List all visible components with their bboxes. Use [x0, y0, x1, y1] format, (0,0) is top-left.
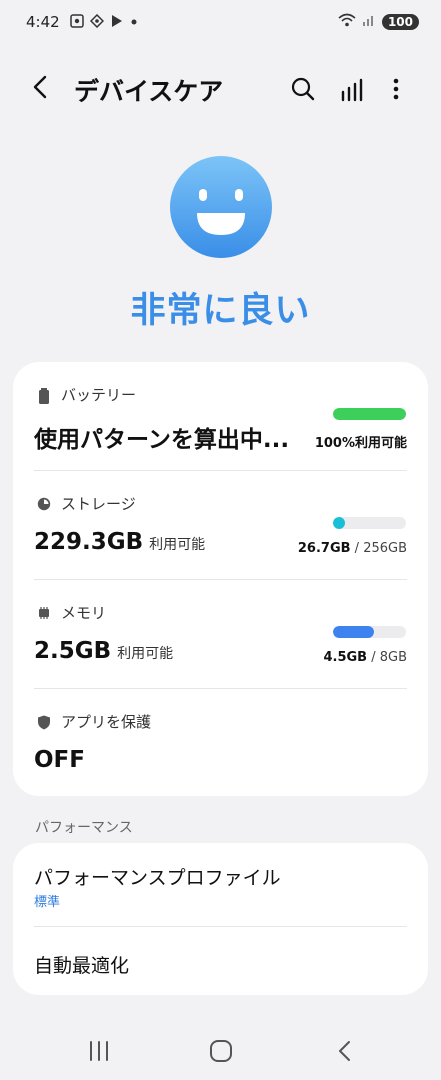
back-icon[interactable] — [330, 1036, 360, 1066]
memory-used: 4.5GB — [323, 650, 368, 665]
storage-bar — [333, 517, 406, 529]
memory-chip-icon — [37, 606, 51, 620]
performance-profile-label: パフォーマンスプロファイル — [34, 867, 281, 889]
storage-label: ストレージ — [37, 493, 136, 514]
auto-optimize-label: 自動最適化 — [34, 955, 130, 977]
memory-label-text: メモリ — [61, 604, 107, 622]
storage-bar-fill — [333, 517, 345, 529]
battery-icon — [37, 387, 51, 404]
screenshot-icon — [69, 13, 84, 31]
battery-bar-fill — [333, 408, 406, 420]
memory-caption: 4.5GB / 8GB — [323, 650, 407, 665]
app-protection-row[interactable]: アプリを保護 OFF — [13, 689, 428, 796]
battery-label-text: バッテリー — [61, 386, 137, 404]
storage-value-number: 229.3GB — [34, 529, 144, 555]
memory-bar — [333, 626, 406, 638]
search-icon[interactable] — [288, 74, 318, 104]
signal-icon — [362, 13, 376, 31]
battery-bar — [333, 408, 406, 420]
shield-icon — [37, 715, 51, 729]
performance-section-header: パフォーマンス — [35, 820, 133, 836]
status-bar: 4:42 100 — [0, 0, 441, 44]
vpn-icon — [89, 13, 104, 31]
storage-used: 26.7GB — [297, 541, 351, 556]
battery-value: 使用パターンを算出中... — [34, 427, 290, 453]
smiley-face-icon — [169, 155, 273, 259]
app-protection-label-text: アプリを保護 — [61, 713, 152, 731]
memory-row[interactable]: メモリ 2.5GB 利用可能 4.5GB / 8GB — [13, 580, 428, 688]
battery-row[interactable]: バッテリー 使用パターンを算出中... 100%利用可能 — [13, 362, 428, 470]
chart-icon[interactable] — [338, 74, 368, 104]
play-icon — [110, 14, 124, 31]
performance-card: パフォーマンスプロファイル 標準 自動最適化 — [13, 843, 428, 995]
device-summary-card: バッテリー 使用パターンを算出中... 100%利用可能 ストレージ 229.3… — [13, 362, 428, 796]
page-title: デバイスケア — [74, 77, 224, 106]
dot-icon — [130, 15, 138, 29]
performance-profile-row[interactable]: パフォーマンスプロファイル 標準 — [13, 843, 428, 926]
memory-value-number: 2.5GB — [34, 638, 112, 664]
storage-value-unit: 利用可能 — [149, 537, 206, 553]
memory-label: メモリ — [37, 602, 106, 623]
back-arrow-icon[interactable] — [26, 72, 56, 102]
performance-profile-value: 標準 — [34, 895, 61, 910]
wifi-icon — [338, 13, 356, 31]
memory-value-unit: 利用可能 — [117, 646, 174, 662]
battery-label: バッテリー — [37, 384, 136, 405]
battery-caption-text: 100%利用可能 — [314, 436, 407, 451]
navigation-bar — [0, 1020, 441, 1080]
auto-optimize-row[interactable]: 自動最適化 — [13, 927, 428, 995]
memory-bar-fill — [333, 626, 375, 638]
device-status-headline: 非常に良い — [130, 291, 311, 331]
storage-value: 229.3GB 利用可能 — [34, 529, 205, 555]
memory-value: 2.5GB 利用可能 — [34, 638, 173, 664]
storage-caption: 26.7GB / 256GB — [297, 541, 407, 556]
storage-pie-icon — [37, 497, 51, 511]
battery-caption: 100%利用可能 — [315, 432, 407, 451]
status-time: 4:42 — [26, 13, 60, 31]
more-options-icon[interactable] — [384, 74, 408, 104]
memory-total: 8GB — [379, 650, 407, 665]
app-protection-value: OFF — [34, 747, 85, 773]
app-protection-label: アプリを保護 — [37, 711, 151, 732]
battery-level-badge: 100 — [381, 14, 419, 30]
recents-icon[interactable] — [84, 1036, 114, 1066]
home-icon[interactable] — [206, 1036, 236, 1066]
storage-label-text: ストレージ — [61, 495, 136, 513]
storage-row[interactable]: ストレージ 229.3GB 利用可能 26.7GB / 256GB — [13, 471, 428, 579]
storage-total: 256GB — [363, 541, 407, 556]
app-bar: デバイスケア — [0, 62, 441, 112]
